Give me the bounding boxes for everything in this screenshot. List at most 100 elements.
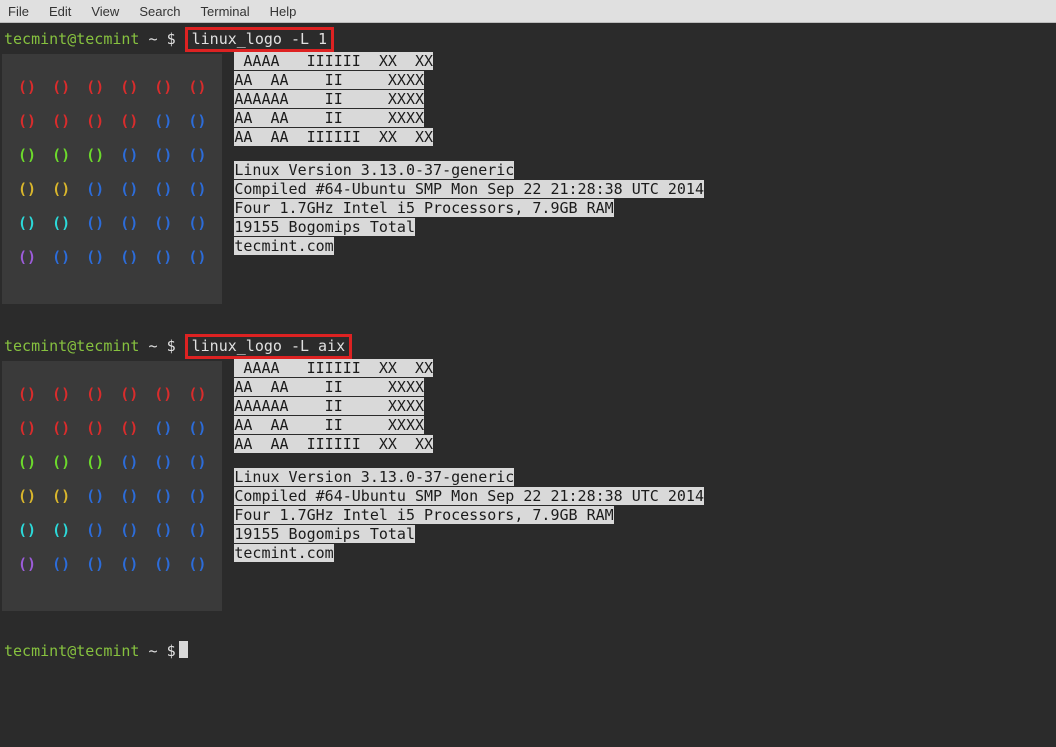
palette-swatch: () — [86, 419, 104, 437]
palette-swatch: () — [52, 385, 70, 403]
palette-swatch: () — [120, 487, 138, 505]
prompt-line-3: tecmint@tecmint ~ $ — [2, 641, 1054, 661]
palette-swatch: () — [120, 419, 138, 437]
palette-swatch: () — [120, 214, 138, 232]
menu-view[interactable]: View — [87, 2, 123, 21]
palette-swatch: () — [18, 146, 36, 164]
palette-swatch: () — [52, 555, 70, 573]
palette-swatch: () — [120, 248, 138, 266]
palette-swatch: () — [18, 487, 36, 505]
palette-swatch: () — [86, 385, 104, 403]
palette-swatch: () — [154, 419, 172, 437]
palette-swatch: () — [86, 112, 104, 130]
system-info-1: Linux Version 3.13.0-37-generic Compiled… — [234, 161, 704, 256]
palette-swatch: () — [18, 112, 36, 130]
palette-swatch: () — [154, 146, 172, 164]
command-2: linux_logo -L aix — [192, 337, 346, 355]
prompt-line-1: tecmint@tecmint ~ $ linux_logo -L 1 — [2, 27, 1054, 52]
ascii-logo-1: AAAA IIIIII XX XX AA AA II XXXX AAAAAA I… — [234, 52, 704, 147]
terminal-area[interactable]: tecmint@tecmint ~ $ linux_logo -L 1 ()()… — [0, 23, 1056, 747]
palette-swatch: () — [86, 487, 104, 505]
prompt-host: tecmint — [76, 30, 139, 48]
menu-edit[interactable]: Edit — [45, 2, 75, 21]
palette-swatch: () — [86, 521, 104, 539]
palette-swatch: () — [18, 385, 36, 403]
menubar: File Edit View Search Terminal Help — [0, 0, 1056, 23]
palette-swatch: () — [188, 146, 206, 164]
prompt-user: tecmint — [4, 30, 67, 48]
system-info-2: Linux Version 3.13.0-37-generic Compiled… — [234, 468, 704, 563]
palette-swatch: () — [154, 214, 172, 232]
palette-swatch: () — [154, 487, 172, 505]
palette-swatch: () — [52, 78, 70, 96]
palette-swatch: () — [52, 248, 70, 266]
palette-swatch: () — [52, 487, 70, 505]
palette-swatch: () — [188, 419, 206, 437]
menu-help[interactable]: Help — [266, 2, 301, 21]
palette-swatch: () — [18, 180, 36, 198]
palette-swatch: () — [188, 248, 206, 266]
palette-swatch: () — [52, 112, 70, 130]
menu-file[interactable]: File — [4, 2, 33, 21]
highlight-box-1: linux_logo -L 1 — [185, 27, 334, 52]
palette-swatch: () — [86, 146, 104, 164]
palette-swatch: () — [86, 248, 104, 266]
palette-swatch: () — [154, 521, 172, 539]
prompt-line-2: tecmint@tecmint ~ $ linux_logo -L aix — [2, 334, 1054, 359]
palette-swatch: () — [120, 180, 138, 198]
palette-swatch: () — [154, 555, 172, 573]
hostname-info: tecmint.com — [234, 237, 333, 255]
palette-swatch: () — [18, 453, 36, 471]
palette-swatch: () — [188, 112, 206, 130]
prompt-cwd: ~ — [149, 30, 158, 48]
menu-search[interactable]: Search — [135, 2, 184, 21]
palette-swatch: () — [18, 419, 36, 437]
palette-swatch: () — [188, 453, 206, 471]
palette-swatch: () — [18, 521, 36, 539]
palette-swatch: () — [120, 78, 138, 96]
palette-swatch: () — [18, 555, 36, 573]
palette-swatch: () — [18, 248, 36, 266]
palette-swatch: () — [120, 112, 138, 130]
palette-swatch: () — [188, 214, 206, 232]
palette-swatch: () — [86, 214, 104, 232]
menu-terminal[interactable]: Terminal — [197, 2, 254, 21]
linux-version: Linux Version 3.13.0-37-generic — [234, 161, 514, 179]
palette-swatch: () — [188, 555, 206, 573]
palette-swatch: () — [86, 180, 104, 198]
palette-swatch: () — [86, 555, 104, 573]
palette-swatch: () — [52, 453, 70, 471]
highlight-box-2: linux_logo -L aix — [185, 334, 353, 359]
palette-swatch: () — [154, 385, 172, 403]
palette-swatch: () — [120, 146, 138, 164]
palette-swatch: () — [18, 78, 36, 96]
prompt-symbol: $ — [167, 30, 176, 48]
palette-swatch: () — [120, 385, 138, 403]
color-palette-2: () () () () () () () () () () () () () () () () () () () ()… — [2, 361, 222, 611]
color-palette-1: () () () () () () () () () () () () () () () () () () () ()… — [2, 54, 222, 304]
palette-swatch: () — [52, 214, 70, 232]
palette-swatch: () — [188, 521, 206, 539]
palette-swatch: () — [86, 78, 104, 96]
palette-swatch: () — [154, 78, 172, 96]
cpu-info: Four 1.7GHz Intel i5 Processors, 7.9GB R… — [234, 199, 613, 217]
palette-swatch: () — [188, 78, 206, 96]
palette-swatch: () — [154, 180, 172, 198]
palette-swatch: () — [188, 487, 206, 505]
palette-swatch: () — [86, 453, 104, 471]
palette-swatch: () — [52, 419, 70, 437]
palette-swatch: () — [154, 248, 172, 266]
palette-swatch: () — [52, 521, 70, 539]
cursor — [179, 641, 188, 658]
palette-swatch: () — [154, 453, 172, 471]
palette-swatch: () — [52, 146, 70, 164]
palette-swatch: () — [188, 385, 206, 403]
bogomips: 19155 Bogomips Total — [234, 218, 415, 236]
palette-swatch: () — [120, 453, 138, 471]
palette-swatch: () — [52, 180, 70, 198]
palette-swatch: () — [18, 214, 36, 232]
palette-swatch: () — [120, 555, 138, 573]
palette-swatch: () — [188, 180, 206, 198]
compiled-info: Compiled #64-Ubuntu SMP Mon Sep 22 21:28… — [234, 180, 704, 198]
command-1: linux_logo -L 1 — [192, 30, 327, 48]
